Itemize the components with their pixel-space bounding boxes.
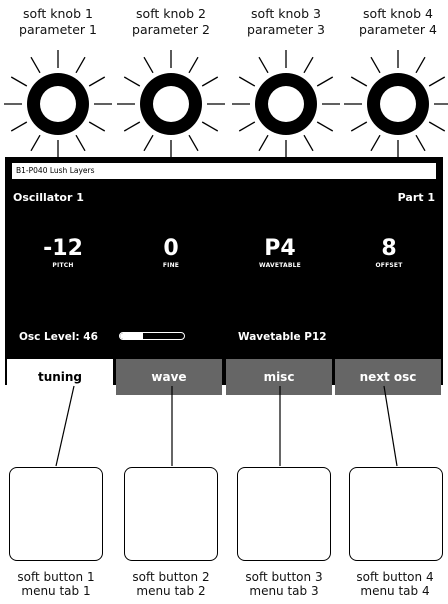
connector-line-4	[383, 385, 398, 467]
soft-button-3[interactable]	[237, 467, 331, 561]
button-2-label-line2: menu tab 2	[136, 584, 206, 598]
soft-button-1[interactable]	[9, 467, 103, 561]
button-4-label-line1: soft button 4	[356, 570, 434, 584]
button-3-label-line1: soft button 3	[245, 570, 323, 584]
button-2-label: soft button 2 menu tab 2	[116, 570, 226, 598]
button-4-label: soft button 4 menu tab 4	[340, 570, 448, 598]
button-4-label-line2: menu tab 4	[360, 584, 430, 598]
button-2-label-line1: soft button 2	[132, 570, 210, 584]
button-1-label-line2: menu tab 1	[21, 584, 91, 598]
soft-button-2[interactable]	[124, 467, 218, 561]
button-1-label: soft button 1 menu tab 1	[1, 570, 111, 598]
button-1-label-line1: soft button 1	[17, 570, 95, 584]
button-3-label-line2: menu tab 3	[249, 584, 319, 598]
button-3-label: soft button 3 menu tab 3	[229, 570, 339, 598]
connector-line-1	[55, 385, 75, 467]
soft-button-4[interactable]	[349, 467, 443, 561]
